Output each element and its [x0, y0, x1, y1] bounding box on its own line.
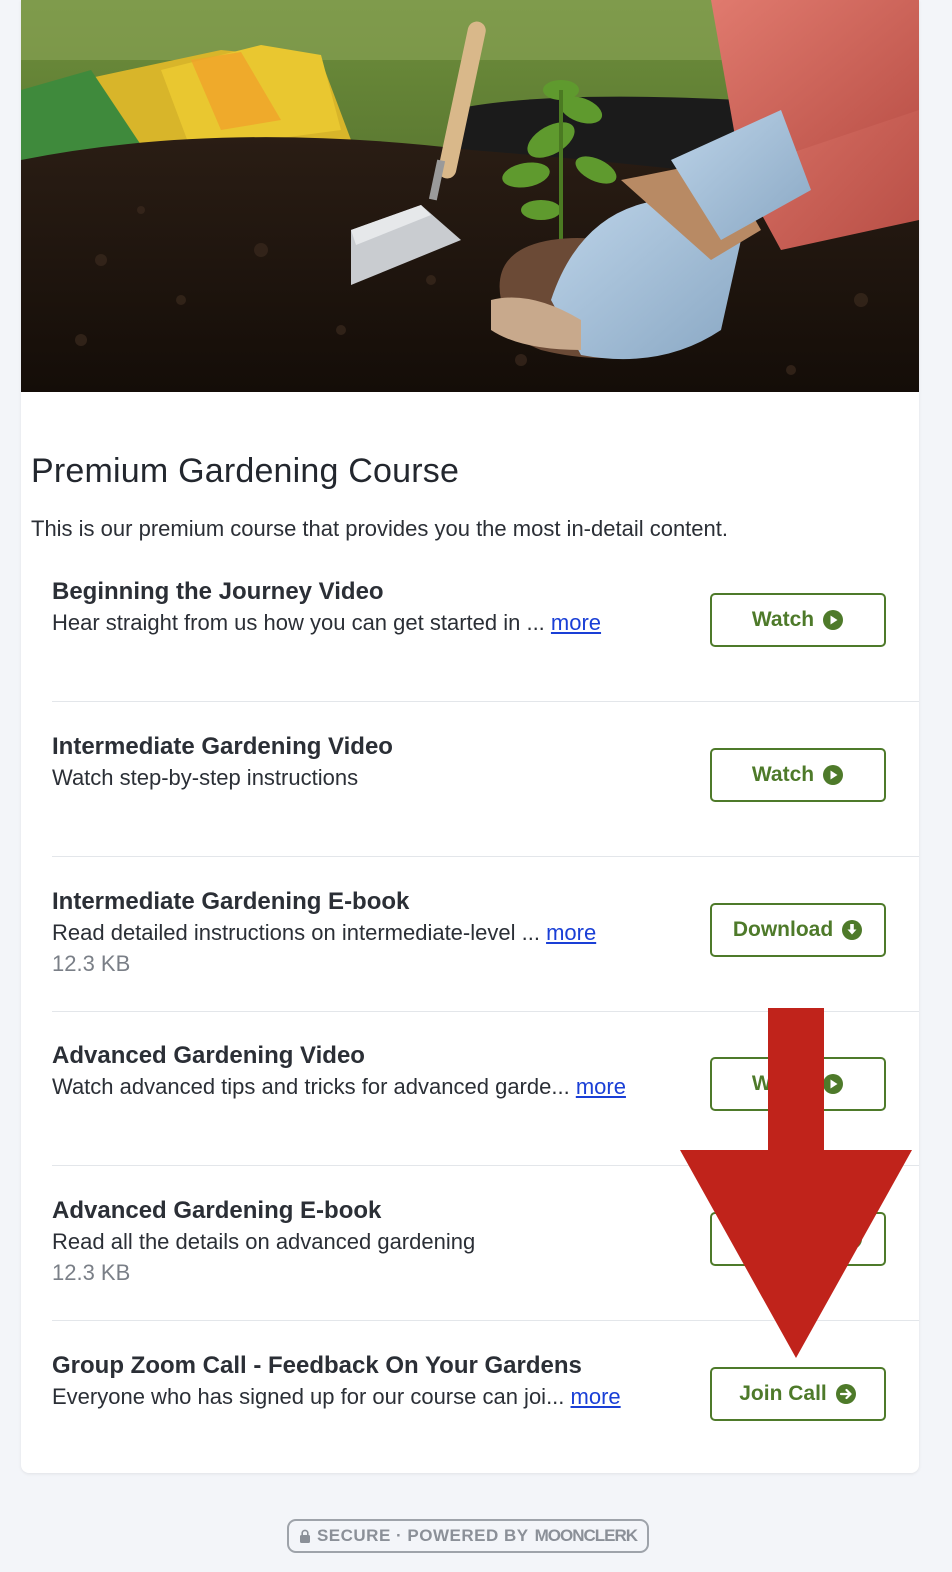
file-size: 12.3 KB — [52, 1260, 131, 1285]
divider — [52, 1165, 919, 1166]
content-item: Intermediate Gardening E-book Read detai… — [21, 888, 919, 1012]
download-circle-icon — [842, 1229, 863, 1249]
item-title: Advanced Gardening E-book — [52, 1197, 382, 1224]
hero-image — [21, 0, 919, 392]
content-item: Intermediate Gardening Video Watch step-… — [21, 733, 919, 857]
content-item: Advanced Gardening Video Watch advanced … — [21, 1042, 919, 1166]
download-button[interactable]: Download — [710, 1212, 886, 1266]
item-description: Watch advanced tips and tricks for advan… — [52, 1074, 626, 1099]
more-link[interactable]: more — [571, 1384, 621, 1409]
item-title: Intermediate Gardening E-book — [52, 888, 410, 915]
play-circle-icon — [823, 1074, 844, 1094]
item-description: Read detailed instructions on intermedia… — [52, 920, 597, 945]
item-description: Hear straight from us how you can get st… — [52, 610, 602, 635]
item-title: Advanced Gardening Video — [52, 1042, 365, 1069]
content-item: Advanced Gardening E-book Read all the d… — [21, 1197, 919, 1321]
download-circle-icon — [842, 920, 863, 940]
secure-text: SECURE · POWERED BY — [316, 1526, 529, 1545]
watch-button[interactable]: Watch — [710, 593, 886, 647]
course-title: Premium Gardening Course — [31, 452, 460, 490]
divider — [52, 1320, 919, 1321]
watch-button[interactable]: Watch — [710, 748, 886, 802]
divider — [52, 1011, 919, 1012]
more-link[interactable]: more — [546, 920, 596, 945]
item-description: Watch step-by-step instructions — [52, 765, 359, 790]
brand-logo: MOONCLERK — [534, 1526, 638, 1545]
more-link[interactable]: more — [551, 610, 601, 635]
play-circle-icon — [823, 610, 844, 630]
arrow-right-circle-icon — [835, 1384, 856, 1404]
download-button[interactable]: Download — [710, 903, 886, 957]
item-title: Beginning the Journey Video — [52, 578, 384, 605]
item-title: Intermediate Gardening Video — [52, 733, 393, 760]
more-link[interactable]: more — [576, 1074, 626, 1099]
lock-icon — [299, 1529, 310, 1543]
play-circle-icon — [823, 765, 844, 785]
join-call-button[interactable]: Join Call — [710, 1367, 886, 1421]
item-description: Read all the details on advanced gardeni… — [52, 1229, 476, 1254]
divider — [52, 701, 919, 702]
watch-button[interactable]: Watch — [710, 1057, 886, 1111]
secure-badge[interactable]: SECURE · POWERED BY MOONCLERK — [287, 1519, 649, 1553]
item-title: Group Zoom Call - Feedback On Your Garde… — [52, 1352, 582, 1379]
file-size: 12.3 KB — [52, 951, 131, 976]
content-item: Group Zoom Call - Feedback On Your Garde… — [21, 1352, 919, 1452]
divider — [52, 856, 919, 857]
item-description: Everyone who has signed up for our cours… — [52, 1384, 621, 1409]
course-description: This is our premium course that provides… — [31, 516, 728, 541]
content-item: Beginning the Journey Video Hear straigh… — [21, 578, 919, 702]
